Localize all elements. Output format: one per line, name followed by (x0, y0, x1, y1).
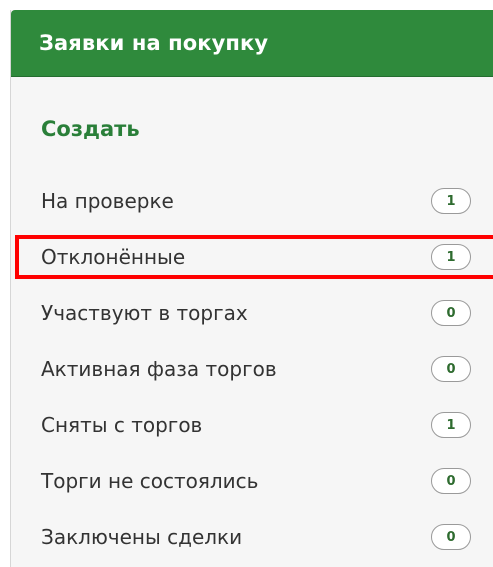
menu-item-label: Активная фаза торгов (41, 357, 277, 381)
count-badge: 0 (431, 356, 471, 382)
menu-item-deals-concluded[interactable]: Заключены сделки 0 (11, 509, 493, 565)
status-menu: На проверке 1 Отклонённые 1 Участвуют в … (11, 173, 493, 565)
purchase-requests-panel: Заявки на покупку Создать На проверке 1 … (10, 10, 493, 567)
panel-header: Заявки на покупку (11, 10, 493, 77)
menu-item-on-review[interactable]: На проверке 1 (11, 173, 493, 229)
count-badge: 0 (431, 300, 471, 326)
menu-item-label: Сняты с торгов (41, 413, 203, 437)
panel-title: Заявки на покупку (39, 31, 269, 55)
count-badge: 1 (431, 412, 471, 438)
count-badge: 0 (431, 524, 471, 550)
menu-item-in-trading[interactable]: Участвуют в торгах 0 (11, 285, 493, 341)
count-badge: 0 (431, 468, 471, 494)
create-link[interactable]: Создать (41, 117, 140, 141)
menu-item-rejected[interactable]: Отклонённые 1 (11, 229, 493, 285)
count-badge: 1 (431, 244, 471, 270)
menu-item-label: Участвуют в торгах (41, 301, 248, 325)
menu-item-active-trading-phase[interactable]: Активная фаза торгов 0 (11, 341, 493, 397)
menu-item-trading-failed[interactable]: Торги не состоялись 0 (11, 453, 493, 509)
count-badge: 1 (431, 188, 471, 214)
menu-item-withdrawn[interactable]: Сняты с торгов 1 (11, 397, 493, 453)
menu-item-label: Заключены сделки (41, 525, 243, 549)
menu-item-label: Отклонённые (41, 245, 186, 269)
menu-item-label: Торги не состоялись (41, 469, 259, 493)
menu-item-label: На проверке (41, 189, 174, 213)
